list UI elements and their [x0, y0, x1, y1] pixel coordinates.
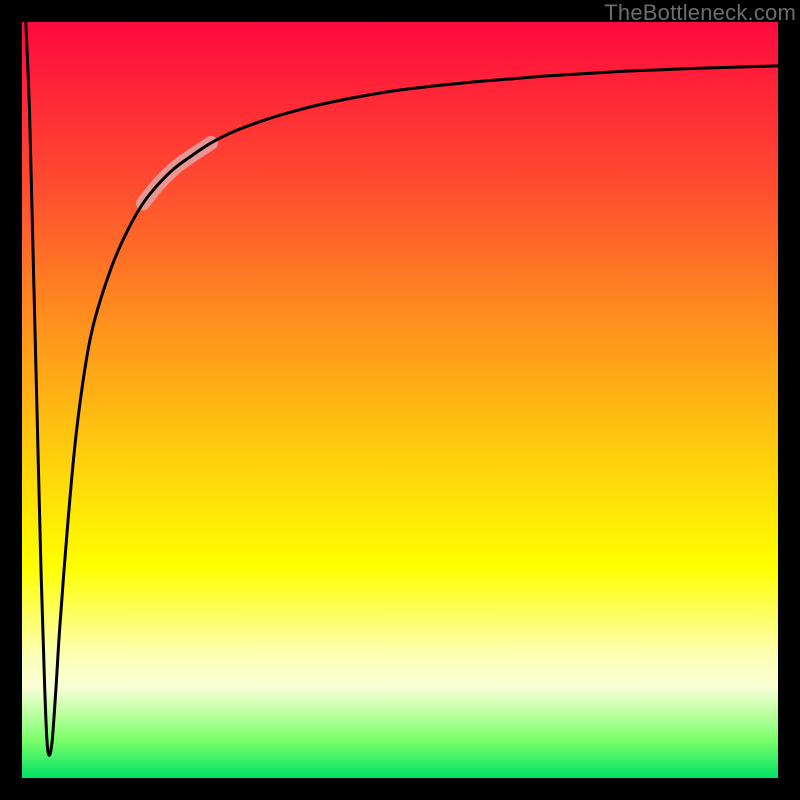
curve-highlight — [143, 143, 211, 203]
curve-svg — [22, 22, 778, 778]
curve-line — [26, 22, 778, 755]
plot-area — [22, 22, 778, 778]
chart-frame: TheBottleneck.com — [0, 0, 800, 800]
